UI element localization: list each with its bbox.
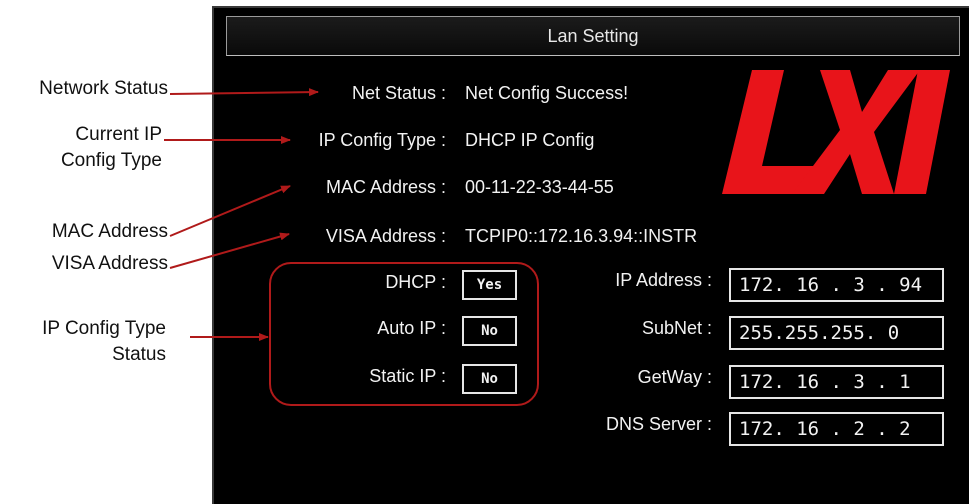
annotation-arrows xyxy=(164,88,319,341)
arrow-mac-address xyxy=(169,185,291,237)
arrow-network-status xyxy=(169,88,319,97)
arrow-visa-address xyxy=(169,232,290,269)
